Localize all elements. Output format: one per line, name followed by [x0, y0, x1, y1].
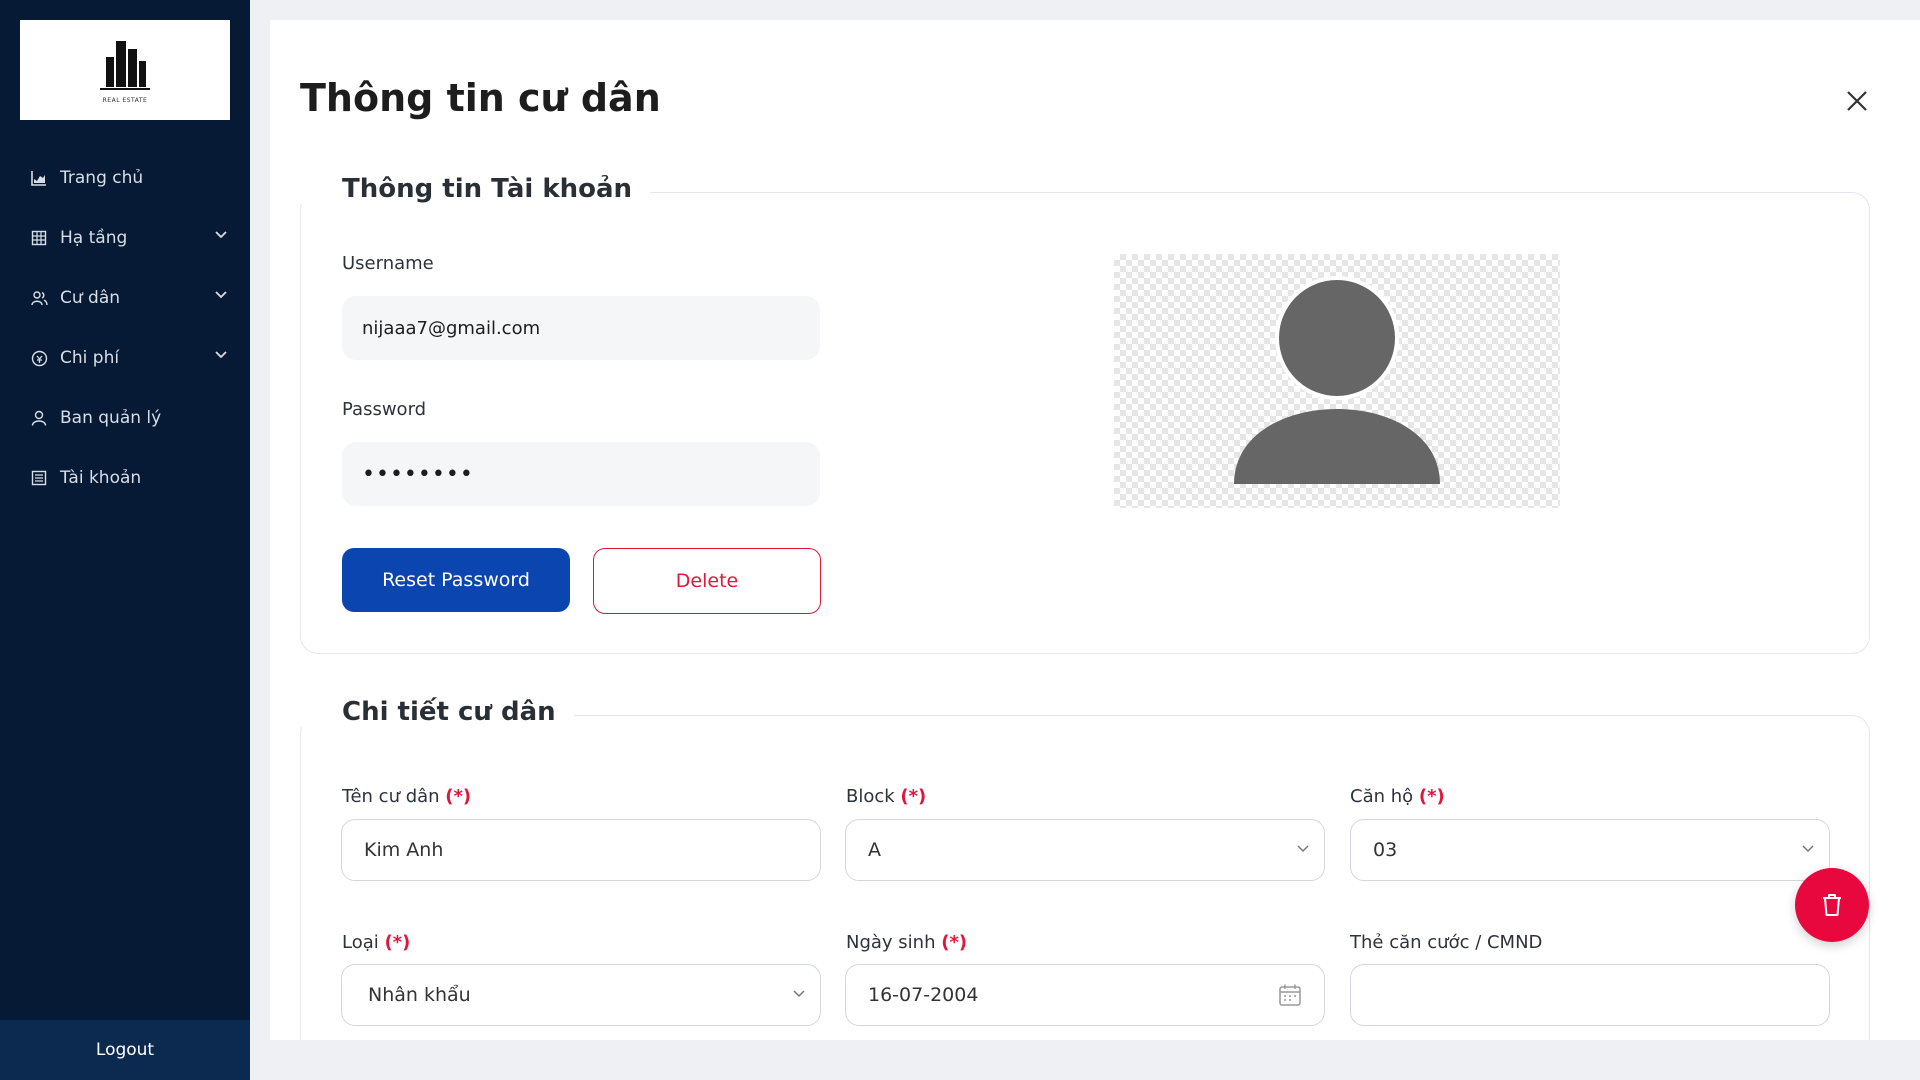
- username-field[interactable]: nijaaa7@gmail.com: [342, 296, 820, 360]
- building-logo-icon: [100, 40, 150, 90]
- sidebar-item-ban-quan-ly[interactable]: Ban quản lý: [0, 388, 250, 448]
- building-icon: [30, 229, 48, 247]
- sidebar-nav: Trang chủ Hạ tầng Cư dân Chi phí Ban quả…: [0, 148, 250, 508]
- logo-text: REAL ESTATE: [102, 96, 148, 104]
- dob-value: 16-07-2004: [868, 984, 979, 1006]
- chevron-down-icon: [215, 291, 227, 299]
- close-icon[interactable]: [1844, 88, 1870, 114]
- username-value: nijaaa7@gmail.com: [362, 317, 541, 339]
- sidebar-item-cu-dan[interactable]: Cư dân: [0, 268, 250, 328]
- calendar-icon[interactable]: [1278, 983, 1302, 1007]
- sidebar-item-trang-chu[interactable]: Trang chủ: [0, 148, 250, 208]
- trash-icon: [1823, 894, 1841, 916]
- sidebar-item-chi-phi[interactable]: Chi phí: [0, 328, 250, 388]
- avatar[interactable]: [1114, 254, 1560, 508]
- apartment-value: 03: [1373, 839, 1398, 861]
- delete-resident-fab[interactable]: [1795, 868, 1869, 942]
- account-section-legend: Thông tin Tài khoản: [300, 174, 651, 204]
- type-select[interactable]: Nhân khẩu: [341, 964, 821, 1026]
- block-value: A: [868, 839, 881, 861]
- resident-name-input[interactable]: Kim Anh: [341, 819, 821, 881]
- required-mark: (*): [1418, 786, 1445, 807]
- default-avatar-icon: [1234, 276, 1440, 484]
- page-title: Thông tin cư dân: [300, 76, 661, 120]
- required-mark: (*): [445, 786, 472, 807]
- sidebar-item-label: Chi phí: [60, 348, 120, 368]
- chevron-down-icon: [793, 990, 805, 998]
- password-value: ••••••••: [362, 461, 474, 487]
- resident-name-value: Kim Anh: [364, 839, 444, 861]
- id-card-label: Thẻ căn cước / CMND: [1350, 932, 1543, 953]
- dob-input[interactable]: 16-07-2004: [845, 964, 1325, 1026]
- chevron-down-icon: [1802, 845, 1814, 853]
- sidebar-item-label: Tài khoản: [60, 468, 142, 488]
- required-mark: (*): [900, 786, 927, 807]
- type-label: Loại (*): [342, 932, 411, 953]
- reset-password-button[interactable]: Reset Password: [342, 548, 570, 612]
- password-field[interactable]: ••••••••: [342, 442, 820, 506]
- sidebar-item-ha-tang[interactable]: Hạ tầng: [0, 208, 250, 268]
- coin-icon: [30, 349, 48, 367]
- type-value: Nhân khẩu: [368, 984, 471, 1006]
- apartment-label: Căn hộ (*): [1350, 786, 1445, 807]
- id-card-input[interactable]: [1350, 964, 1830, 1026]
- delete-account-button[interactable]: Delete: [593, 548, 821, 614]
- chart-icon: [30, 169, 48, 187]
- chevron-down-icon: [215, 351, 227, 359]
- users-icon: [30, 289, 48, 307]
- chevron-down-icon: [215, 231, 227, 239]
- dob-label: Ngày sinh (*): [846, 932, 968, 953]
- block-select[interactable]: A: [845, 819, 1325, 881]
- username-label: Username: [342, 253, 434, 274]
- user-icon: [30, 409, 48, 427]
- sidebar-item-tai-khoan[interactable]: Tài khoản: [0, 448, 250, 508]
- list-icon: [30, 469, 48, 487]
- required-mark: (*): [941, 932, 968, 953]
- sidebar: REAL ESTATE Trang chủ Hạ tầng Cư dân Chi…: [0, 0, 250, 1080]
- required-mark: (*): [384, 932, 411, 953]
- details-section-legend: Chi tiết cư dân: [300, 697, 574, 727]
- logo[interactable]: REAL ESTATE: [20, 20, 230, 120]
- chevron-down-icon: [1297, 845, 1309, 853]
- resident-name-label: Tên cư dân (*): [342, 786, 472, 807]
- block-label: Block (*): [846, 786, 927, 807]
- sidebar-item-label: Cư dân: [60, 288, 121, 308]
- sidebar-item-label: Ban quản lý: [60, 408, 162, 428]
- sidebar-item-label: Trang chủ: [60, 168, 144, 188]
- resident-info-panel: Thông tin cư dân Thông tin Tài khoản Use…: [270, 20, 1920, 1040]
- sidebar-item-label: Hạ tầng: [60, 228, 128, 248]
- password-label: Password: [342, 399, 427, 420]
- logout-button[interactable]: Logout: [0, 1020, 250, 1080]
- apartment-select[interactable]: 03: [1350, 819, 1830, 881]
